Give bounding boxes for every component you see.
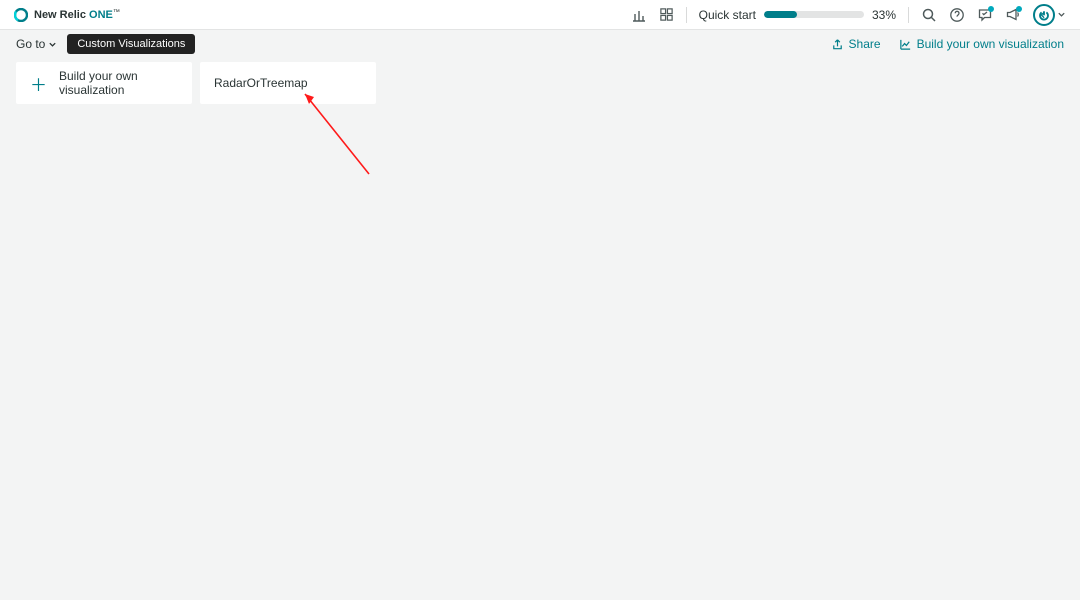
share-icon xyxy=(831,38,844,51)
quickstart-pct: 33% xyxy=(872,8,896,22)
search-icon[interactable] xyxy=(921,7,937,23)
plus-icon: ＋ xyxy=(30,71,47,96)
announce-icon[interactable] xyxy=(1005,7,1021,23)
brand-text: New Relic ONE™ xyxy=(34,9,120,21)
goto-dropdown[interactable]: Go to xyxy=(16,37,57,51)
chart-line-icon xyxy=(899,38,912,51)
share-link[interactable]: Share xyxy=(831,37,881,51)
build-viz-link[interactable]: Build your own visualization xyxy=(899,37,1064,51)
chevron-down-icon xyxy=(48,40,57,49)
page-title-tag: Custom Visualizations xyxy=(67,34,195,54)
card-label: RadarOrTreemap xyxy=(214,76,308,90)
logo-icon xyxy=(14,8,28,22)
quickstart-label: Quick start xyxy=(699,8,756,22)
brand-logo[interactable]: New Relic ONE™ xyxy=(14,8,120,22)
card-label: Build your own visualization xyxy=(59,69,178,97)
radar-treemap-card[interactable]: RadarOrTreemap xyxy=(200,62,376,104)
chevron-down-icon xyxy=(1057,10,1066,19)
apps-grid-icon[interactable] xyxy=(659,7,674,22)
help-icon[interactable] xyxy=(949,7,965,23)
account-menu[interactable] xyxy=(1033,4,1066,26)
quickstart-progress[interactable]: Quick start 33% xyxy=(699,8,896,22)
build-viz-card[interactable]: ＋ Build your own visualization xyxy=(16,62,192,104)
chart-icon[interactable] xyxy=(631,7,647,23)
separator xyxy=(908,7,909,23)
avatar-icon xyxy=(1033,4,1055,26)
separator xyxy=(686,7,687,23)
progress-bar xyxy=(764,11,864,18)
feedback-icon[interactable] xyxy=(977,7,993,23)
